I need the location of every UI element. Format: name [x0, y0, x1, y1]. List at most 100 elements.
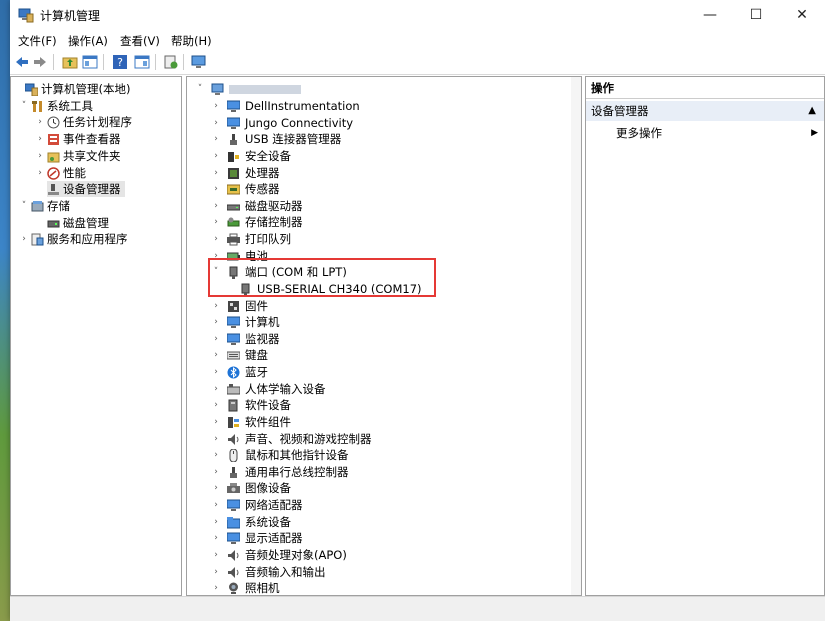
collapse-chevron-icon[interactable]: ˅: [19, 98, 29, 114]
scan-hardware-icon[interactable]: [191, 54, 207, 70]
nav-tree-item[interactable]: ˅ 存储: [19, 198, 179, 214]
up-folder-icon[interactable]: [62, 54, 78, 70]
expand-chevron-icon[interactable]: ›: [211, 497, 221, 513]
nav-tree-item[interactable]: › 服务和应用程序: [19, 231, 179, 247]
menu-view[interactable]: 查看(V): [120, 33, 160, 49]
tools-icon: [32, 100, 42, 112]
maximize-button[interactable]: ☐: [733, 0, 779, 30]
device-category[interactable]: › 人体学输入设备: [211, 381, 541, 397]
expand-chevron-icon[interactable]: ›: [211, 464, 221, 480]
menu-file[interactable]: 文件(F): [18, 33, 57, 49]
expand-chevron-icon[interactable]: ›: [211, 364, 221, 380]
expand-chevron-icon[interactable]: ›: [35, 131, 45, 147]
device-category[interactable]: › 鼠标和其他指针设备: [211, 447, 541, 463]
submenu-arrow-icon: ▶: [811, 128, 818, 138]
expand-chevron-icon[interactable]: ›: [211, 198, 221, 214]
forward-arrow-icon[interactable]: [32, 54, 48, 70]
expand-chevron-icon[interactable]: ›: [211, 214, 221, 230]
close-button[interactable]: ✕: [779, 0, 825, 30]
expand-chevron-icon[interactable]: ›: [211, 530, 221, 546]
device-category[interactable]: › 计算机: [211, 314, 541, 330]
nav-tree-item[interactable]: › 共享文件夹: [35, 148, 179, 164]
expand-chevron-icon[interactable]: ›: [35, 148, 45, 164]
storage-controller-icon: [227, 217, 240, 227]
device-category[interactable]: › 安全设备: [211, 148, 541, 164]
device-label: 声音、视频和游戏控制器: [245, 431, 372, 446]
device-category[interactable]: › 传感器: [211, 181, 541, 197]
nav-tree-item[interactable]: 计算机管理(本地): [13, 81, 179, 97]
device-category[interactable]: › Jungo Connectivity: [211, 115, 541, 131]
minimize-button[interactable]: —: [687, 0, 733, 30]
device-category[interactable]: › 软件设备: [211, 397, 541, 413]
expand-chevron-icon[interactable]: ›: [211, 547, 221, 563]
expand-chevron-icon[interactable]: ›: [211, 148, 221, 164]
nav-tree-item[interactable]: ˅ 系统工具: [19, 98, 179, 114]
nav-tree-item[interactable]: 设备管理器: [35, 181, 179, 197]
expand-chevron-icon[interactable]: ›: [211, 131, 221, 147]
software-device-icon: [228, 399, 238, 412]
device-category[interactable]: › 通用串行总线控制器: [211, 464, 541, 480]
nav-tree-item[interactable]: › 性能: [35, 165, 179, 181]
expand-chevron-icon[interactable]: ›: [211, 298, 221, 314]
expand-chevron-icon[interactable]: ›: [211, 397, 221, 413]
device-category[interactable]: › USB 连接器管理器: [211, 131, 541, 147]
device-category[interactable]: › 显示适配器: [211, 530, 541, 546]
expand-chevron-icon[interactable]: ›: [35, 165, 45, 181]
expand-chevron-icon[interactable]: ›: [211, 347, 221, 363]
expand-chevron-icon[interactable]: ›: [211, 165, 221, 181]
expand-chevron-icon[interactable]: ›: [211, 480, 221, 496]
expand-chevron-icon[interactable]: ›: [211, 181, 221, 197]
expand-chevron-icon[interactable]: ›: [19, 231, 29, 247]
device-category[interactable]: › 处理器: [211, 165, 541, 181]
expand-chevron-icon[interactable]: ›: [211, 98, 221, 114]
nav-tree-item[interactable]: › 事件查看器: [35, 131, 179, 147]
device-category[interactable]: › 键盘: [211, 347, 541, 363]
device-category[interactable]: › 声音、视频和游戏控制器: [211, 431, 541, 447]
menu-action[interactable]: 操作(A): [68, 33, 108, 49]
expand-chevron-icon[interactable]: ›: [211, 514, 221, 530]
expand-chevron-icon[interactable]: ›: [211, 414, 221, 430]
more-actions-item[interactable]: 更多操作 ▶: [586, 123, 824, 143]
collapse-chevron-icon[interactable]: ˅: [195, 81, 205, 97]
expand-chevron-icon[interactable]: ›: [211, 431, 221, 447]
actions-section-device-manager[interactable]: 设备管理器 ▲: [586, 101, 824, 121]
device-tree-root[interactable]: ˅: [195, 81, 395, 97]
device-category[interactable]: › 图像设备: [211, 480, 541, 496]
device-tree-pane: ˅ › DellInstrumentation › Jungo Connectivit…: [186, 76, 582, 596]
expand-chevron-icon[interactable]: ›: [35, 114, 45, 130]
device-category[interactable]: › 软件组件: [211, 414, 541, 430]
expand-chevron-icon[interactable]: ›: [211, 331, 221, 347]
device-category[interactable]: › 音频处理对象(APO): [211, 547, 541, 563]
nav-tree-item[interactable]: 磁盘管理: [35, 215, 179, 231]
expand-chevron-icon[interactable]: ›: [211, 381, 221, 397]
nav-tree-item[interactable]: › 任务计划程序: [35, 114, 179, 130]
expand-chevron-icon[interactable]: ›: [211, 447, 221, 463]
device-category[interactable]: › 系统设备: [211, 514, 541, 530]
device-category[interactable]: › 磁盘驱动器: [211, 198, 541, 214]
expand-chevron-icon[interactable]: ›: [211, 580, 221, 595]
device-category[interactable]: › 打印队列: [211, 231, 541, 247]
show-hide-tree-icon[interactable]: [82, 54, 98, 70]
help-icon[interactable]: ?: [112, 54, 128, 70]
refresh-icon[interactable]: [163, 54, 179, 70]
expand-chevron-icon[interactable]: ›: [211, 314, 221, 330]
device-category[interactable]: › 固件: [211, 298, 541, 314]
vertical-scrollbar[interactable]: [571, 77, 581, 595]
device-category[interactable]: › 存储控制器: [211, 214, 541, 230]
expand-chevron-icon[interactable]: ›: [211, 564, 221, 580]
device-category[interactable]: › 音频输入和输出: [211, 564, 541, 580]
device-category[interactable]: › 监视器: [211, 331, 541, 347]
collapse-section-icon[interactable]: ▲: [808, 101, 816, 121]
menu-help[interactable]: 帮助(H): [171, 33, 212, 49]
device-category[interactable]: › 照相机: [211, 580, 541, 595]
device-category[interactable]: › DellInstrumentation: [211, 98, 541, 114]
expand-chevron-icon[interactable]: ›: [211, 231, 221, 247]
properties-icon[interactable]: [134, 54, 150, 70]
nav-tree-label: 系统工具: [47, 98, 93, 113]
back-arrow-icon[interactable]: [14, 54, 30, 70]
collapse-chevron-icon[interactable]: ˅: [19, 198, 29, 214]
device-label: 安全设备: [245, 148, 291, 163]
expand-chevron-icon[interactable]: ›: [211, 115, 221, 131]
device-category[interactable]: › 网络适配器: [211, 497, 541, 513]
device-category[interactable]: › 蓝牙: [211, 364, 541, 380]
